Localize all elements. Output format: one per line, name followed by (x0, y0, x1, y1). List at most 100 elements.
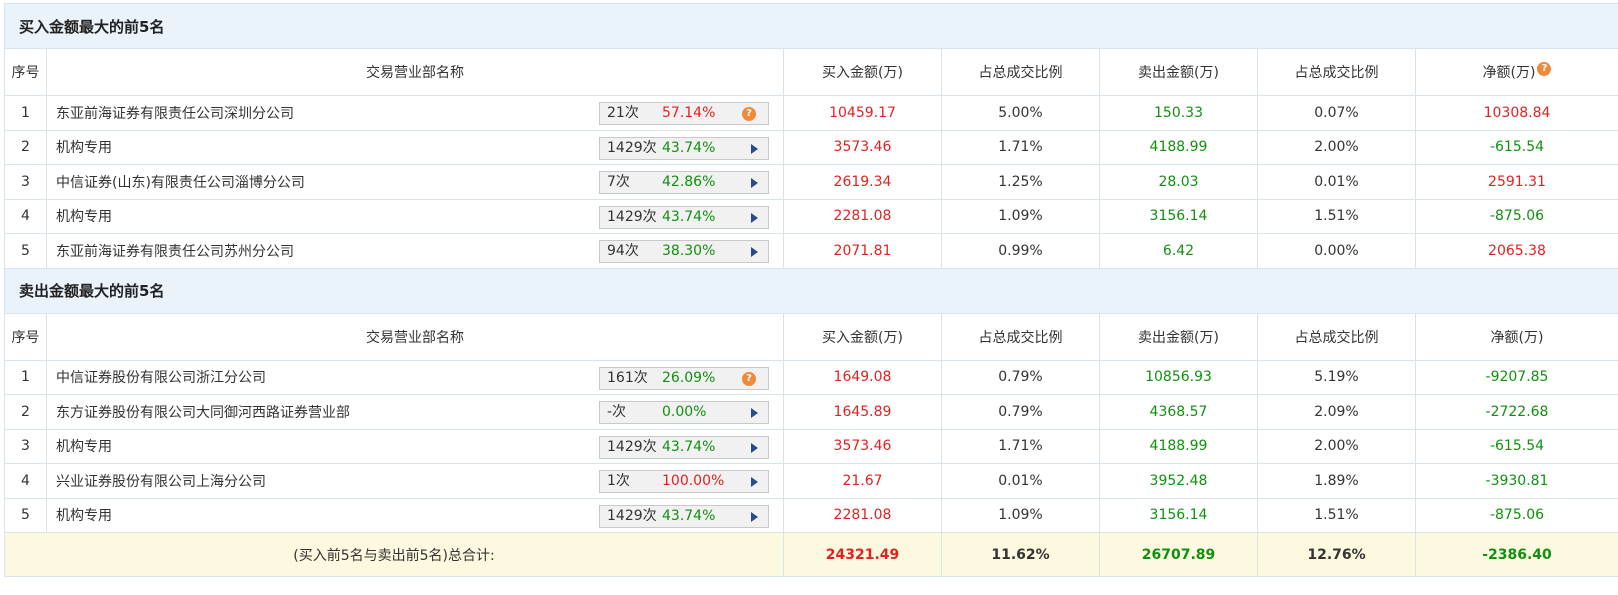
total-sell: 26707.89 (1099, 532, 1258, 577)
win-rate: 38.30% (662, 243, 716, 259)
branch-name-link[interactable]: 中信证券(山东)有限责任公司淄博分公司 (56, 175, 305, 191)
sell-amount: 3156.14 (1099, 198, 1258, 234)
net-amount: -875.06 (1415, 497, 1618, 533)
total-net: -2386.40 (1415, 532, 1618, 577)
branch-stats-box[interactable]: -次 0.00% (599, 401, 769, 424)
buy-ratio: 1.25% (941, 164, 1100, 200)
branch-stats-box[interactable]: 21次 57.14%? (599, 102, 769, 125)
col-buy-amount: 买入金额(万) (783, 312, 942, 361)
branch-stats-box[interactable]: 7次 42.86% (599, 171, 769, 194)
listing-count: -次 (607, 404, 627, 420)
listing-count: 1429次 (607, 208, 657, 225)
arrow-right-icon[interactable] (751, 511, 758, 522)
table-row: 4 兴业证券股份有限公司上海分公司 1次 100.00% 21.67 0.01% 3952.… (4, 463, 1618, 499)
listing-count: 94次 (607, 243, 639, 259)
col-branch-name: 交易营业部名称 (46, 312, 784, 361)
sell-ratio: 0.01% (1257, 164, 1416, 200)
listing-count: 7次 (607, 174, 630, 190)
net-amount: -3930.81 (1415, 463, 1618, 499)
branch-stats-box[interactable]: 1429次 43.74% (599, 136, 769, 160)
sell-ratio: 5.19% (1257, 359, 1416, 395)
table-row: 4 机构专用 1429次 43.74% 2281.08 1.09% 3156.14 1.51%… (4, 198, 1618, 234)
net-amount: -615.54 (1415, 129, 1618, 165)
win-rate: 42.86% (662, 174, 716, 190)
col-sell-amount: 卖出金额(万) (1099, 312, 1258, 361)
net-amount: 2065.38 (1415, 233, 1618, 269)
sell-amount: 150.33 (1099, 95, 1258, 131)
arrow-right-icon[interactable] (751, 212, 758, 223)
total-row: (买入前5名与卖出前5名)总合计: 24321.49 11.62% 26707.… (4, 532, 1618, 577)
sell-ratio: 1.51% (1257, 198, 1416, 234)
branch-name-link[interactable]: 机构专用 (56, 508, 112, 524)
branch-stats-box[interactable]: 1429次 43.74% (599, 205, 769, 229)
table-row: 1 中信证券股份有限公司浙江分公司 161次 26.09%? 1649.08 0.79% 1… (4, 359, 1618, 395)
table-row: 5 机构专用 1429次 43.74% 2281.08 1.09% 3156.14 1.51%… (4, 497, 1618, 533)
sell-section-title: 卖出金额最大的前5名 (4, 267, 1618, 314)
arrow-right-icon[interactable] (751, 247, 758, 257)
branch-name-cell: 机构专用 1429次 43.74% (46, 428, 784, 464)
buy-amount: 1645.89 (783, 394, 942, 430)
col-sell-amount: 卖出金额(万) (1099, 48, 1258, 96)
sell-amount: 4188.99 (1099, 129, 1258, 165)
branch-name-link[interactable]: 机构专用 (56, 209, 112, 225)
buy-ratio: 0.01% (941, 463, 1100, 499)
buy-header-row: 序号 交易营业部名称 买入金额(万) 占总成交比例 卖出金额(万) 占总成交比例… (4, 48, 1618, 96)
question-icon[interactable]: ? (1537, 62, 1552, 76)
table-row: 3 中信证券(山东)有限责任公司淄博分公司 7次 42.86% 2619.34 1.25%… (4, 164, 1618, 200)
col-buy-ratio: 占总成交比例 (941, 312, 1100, 361)
branch-name-cell: 东亚前海证券有限责任公司深圳分公司 21次 57.14%? (46, 95, 784, 131)
arrow-right-icon[interactable] (751, 442, 758, 453)
branch-stats-box[interactable]: 161次 26.09%? (599, 366, 769, 390)
branch-name-link[interactable]: 兴业证券股份有限公司上海分公司 (56, 474, 266, 490)
sell-amount: 6.42 (1099, 233, 1258, 269)
arrow-right-icon[interactable] (751, 178, 758, 188)
col-branch-name: 交易营业部名称 (46, 48, 784, 96)
branch-name-cell: 东方证券股份有限公司大同御河西路证券营业部 -次 0.00% (46, 394, 784, 430)
row-index: 3 (4, 164, 47, 200)
table-row: 2 东方证券股份有限公司大同御河西路证券营业部 -次 0.00% 1645.89 0.79… (4, 394, 1618, 430)
sell-ratio: 2.09% (1257, 394, 1416, 430)
branch-name-link[interactable]: 机构专用 (56, 140, 112, 156)
branch-stats-box[interactable]: 94次 38.30% (599, 240, 769, 263)
row-index: 3 (4, 428, 47, 464)
win-rate: 43.74% (662, 438, 716, 455)
arrow-right-icon[interactable] (751, 408, 758, 418)
branch-stats-box[interactable]: 1次 100.00% (599, 470, 769, 493)
branch-name-link[interactable]: 东方证券股份有限公司大同御河西路证券营业部 (56, 405, 350, 421)
sell-amount: 3156.14 (1099, 497, 1258, 533)
sell-ratio: 1.89% (1257, 463, 1416, 499)
buy-ratio: 0.79% (941, 394, 1100, 430)
buy-ratio: 1.71% (941, 129, 1100, 165)
col-sell-ratio: 占总成交比例 (1257, 48, 1416, 96)
arrow-right-icon[interactable] (751, 143, 758, 154)
branch-name-link[interactable]: 中信证券股份有限公司浙江分公司 (56, 370, 266, 386)
arrow-right-icon[interactable] (751, 477, 758, 487)
branch-name-link[interactable]: 东亚前海证券有限责任公司深圳分公司 (56, 106, 294, 122)
buy-ratio: 0.79% (941, 359, 1100, 395)
col-buy-ratio: 占总成交比例 (941, 48, 1100, 96)
listing-count: 1429次 (607, 507, 657, 524)
row-index: 2 (4, 129, 47, 165)
win-rate: 43.74% (662, 208, 716, 225)
branch-stats-box[interactable]: 1429次 43.74% (599, 504, 769, 528)
listing-count: 1429次 (607, 139, 657, 156)
branch-name-cell: 机构专用 1429次 43.74% (46, 198, 784, 234)
row-index: 5 (4, 497, 47, 533)
question-icon[interactable]: ? (742, 107, 756, 121)
dragon-tiger-table: 买入金额最大的前5名 序号 交易营业部名称 买入金额(万) 占总成交比例 卖出金… (4, 3, 1618, 577)
seat-table: 买入金额最大的前5名 序号 交易营业部名称 买入金额(万) 占总成交比例 卖出金… (4, 3, 1618, 577)
net-amount: 2591.31 (1415, 164, 1618, 200)
net-amount: 10308.84 (1415, 95, 1618, 131)
question-icon[interactable]: ? (742, 371, 756, 386)
net-amount: -615.54 (1415, 428, 1618, 464)
col-sell-ratio: 占总成交比例 (1257, 312, 1416, 361)
col-net-amount: 净额(万) (1415, 312, 1618, 361)
buy-ratio: 5.00% (941, 95, 1100, 131)
buy-ratio: 0.99% (941, 233, 1100, 269)
buy-amount: 10459.17 (783, 95, 942, 131)
branch-stats-box[interactable]: 1429次 43.74% (599, 435, 769, 459)
branch-name-link[interactable]: 东亚前海证券有限责任公司苏州分公司 (56, 244, 294, 260)
branch-name-cell: 机构专用 1429次 43.74% (46, 129, 784, 165)
win-rate: 43.74% (662, 139, 716, 156)
branch-name-link[interactable]: 机构专用 (56, 439, 112, 455)
